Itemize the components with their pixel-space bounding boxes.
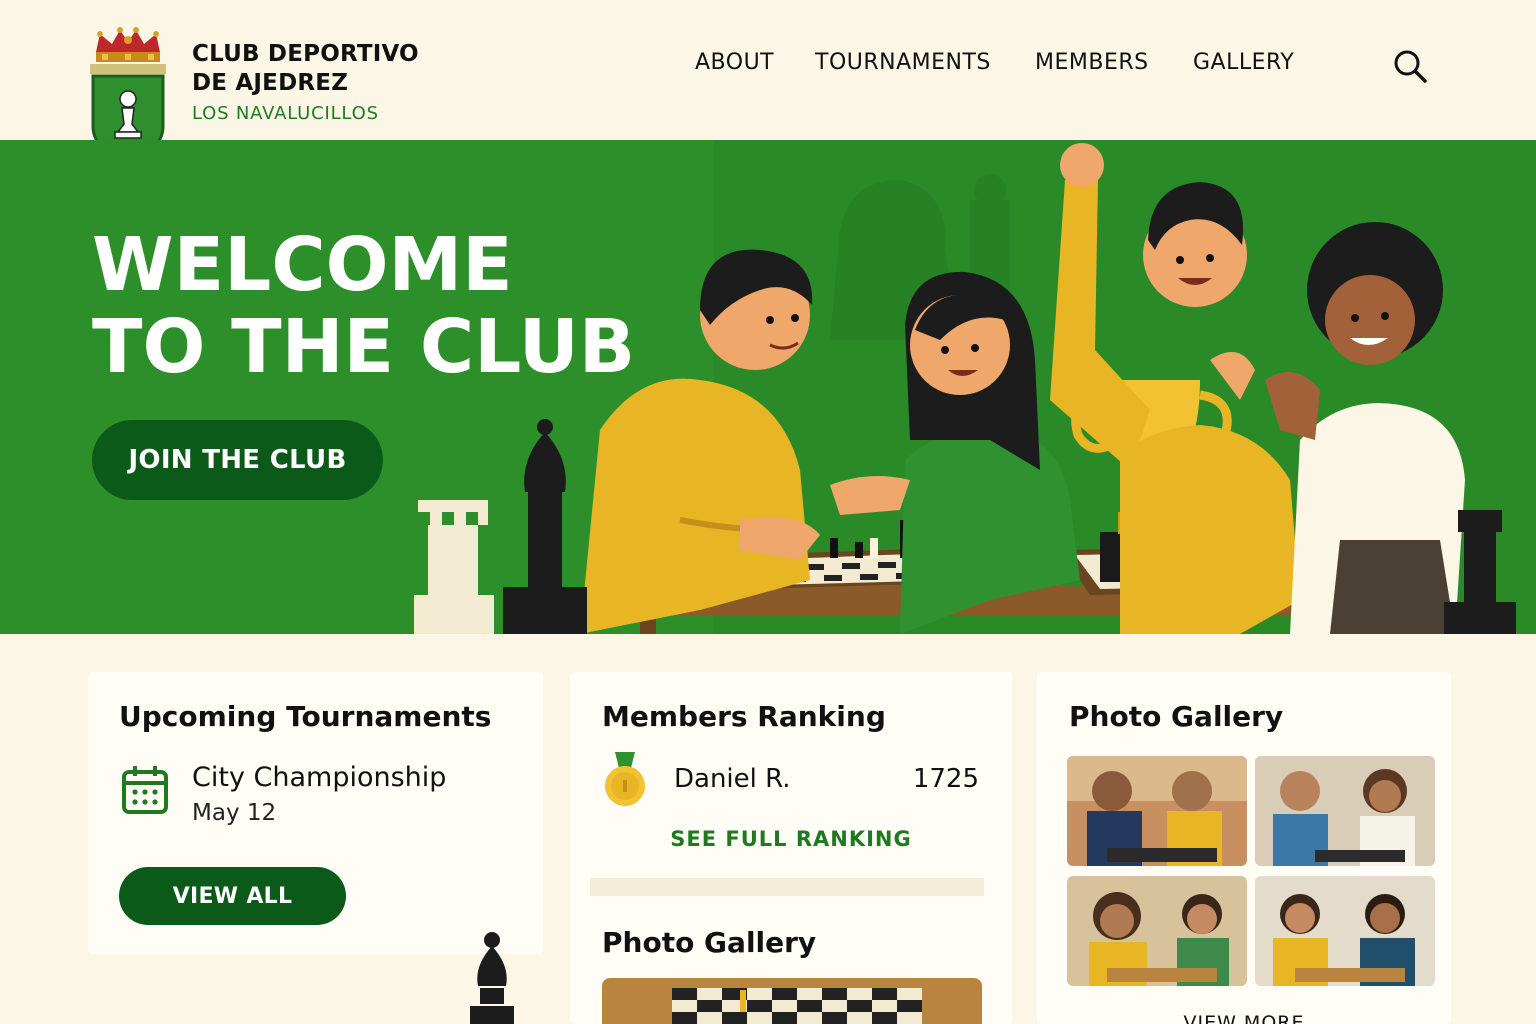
tournaments-title: Upcoming Tournaments xyxy=(119,700,492,733)
gallery-photo-3[interactable] xyxy=(1067,876,1247,986)
black-bishop-icon xyxy=(503,419,587,634)
tournaments-card: Upcoming Tournaments City Championship M… xyxy=(88,672,543,954)
view-more-link[interactable]: VIEW MORE xyxy=(1037,1012,1451,1024)
hero-title-line2: TO THE CLUB xyxy=(92,304,636,390)
ranking-member-score: 1725 xyxy=(912,764,979,794)
gallery-photo-2[interactable] xyxy=(1255,756,1435,866)
gallery-photo-4[interactable] xyxy=(1255,876,1435,986)
join-club-button[interactable]: JOIN THE CLUB xyxy=(92,420,383,500)
nav-about[interactable]: ABOUT xyxy=(695,50,774,75)
hero-title-line1: WELCOME xyxy=(92,222,513,308)
ranking-member-name[interactable]: Daniel R. xyxy=(674,764,791,794)
hero-title: WELCOME TO THE CLUB xyxy=(92,224,635,388)
nav-tournaments[interactable]: TOURNAMENTS xyxy=(815,50,991,75)
hero-banner: WELCOME TO THE CLUB JOIN THE CLUB xyxy=(0,140,1536,634)
search-icon[interactable] xyxy=(1390,46,1430,86)
see-full-ranking-link[interactable]: SEE FULL RANKING xyxy=(570,827,1012,851)
gallery-photo-1[interactable] xyxy=(1067,756,1247,866)
nav-gallery[interactable]: GALLERY xyxy=(1193,50,1294,75)
ranking-card: Members Ranking Daniel R. 1725 SEE FULL … xyxy=(570,672,1012,1024)
bishop-piece-icon xyxy=(470,932,514,1024)
white-rook-icon xyxy=(414,500,494,634)
gallery-card: Photo Gallery VIEW MORE xyxy=(1037,672,1451,1024)
medal-icon xyxy=(605,752,645,806)
tournament-date: May 12 xyxy=(192,800,277,826)
club-crest-logo[interactable] xyxy=(88,26,168,158)
view-all-button[interactable]: VIEW ALL xyxy=(119,867,346,925)
chessboard-photo[interactable] xyxy=(602,978,982,1024)
main-nav: ABOUT TOURNAMENTS MEMBERS GALLERY xyxy=(0,50,1536,80)
ranking-title: Members Ranking xyxy=(602,700,886,733)
tournament-name[interactable]: City Championship xyxy=(192,762,446,793)
site-header: CLUB DEPORTIVO DE AJEDREZ LOS NAVALUCILL… xyxy=(0,0,1536,158)
card-divider xyxy=(590,878,984,896)
ranking-gallery-title: Photo Gallery xyxy=(602,926,817,959)
gallery-title: Photo Gallery xyxy=(1069,700,1284,733)
club-location: LOS NAVALUCILLOS xyxy=(192,103,379,124)
calendar-icon xyxy=(122,766,168,814)
nav-members[interactable]: MEMBERS xyxy=(1035,50,1149,75)
